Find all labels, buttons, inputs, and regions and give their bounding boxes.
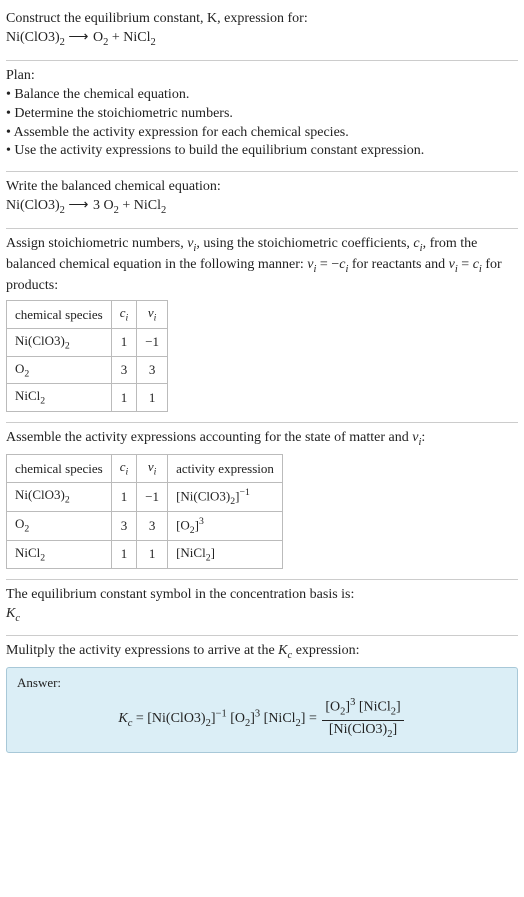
activity-table: chemical species ci νi activity expressi… (6, 454, 283, 569)
cell-activity: [O2]3 (168, 511, 283, 540)
cell-ci: 1 (111, 328, 137, 356)
cell-vi: 3 (137, 356, 168, 384)
table-header-row: chemical species ci νi (7, 301, 168, 329)
table-row: O2 3 3 (7, 356, 168, 384)
cell-species: NiCl2 (7, 384, 112, 412)
table-row: Ni(ClO3)2 1 −1 (7, 328, 168, 356)
table-row: NiCl2 1 1 (7, 384, 168, 412)
cell-vi: 1 (137, 384, 168, 412)
kc-expression: Kc = [Ni(ClO3)2]−1 [O2]3 [NiCl2] = [O2]3… (17, 696, 507, 742)
cell-ci: 3 (111, 356, 137, 384)
stoich-section: Assign stoichiometric numbers, νi, using… (6, 229, 518, 423)
fraction-numerator: [O2]3 [NiCl2] (322, 696, 403, 721)
col-ci: ci (111, 301, 137, 329)
cell-ci: 1 (111, 540, 137, 568)
fraction-denominator: [Ni(ClO3)2] (322, 721, 403, 742)
table-row: O2 3 3 [O2]3 (7, 511, 283, 540)
final-intro: Mulitply the activity expressions to arr… (6, 642, 518, 663)
cell-vi: −1 (137, 328, 168, 356)
stoich-intro: Assign stoichiometric numbers, νi, using… (6, 235, 518, 296)
table-header-row: chemical species ci νi activity expressi… (7, 454, 283, 482)
plan-item: • Assemble the activity expression for e… (6, 124, 518, 143)
cell-vi: 3 (137, 511, 168, 540)
balanced-section: Write the balanced chemical equation: Ni… (6, 172, 518, 229)
balanced-intro: Write the balanced chemical equation: (6, 178, 518, 197)
table-row: NiCl2 1 1 [NiCl2] (7, 540, 283, 568)
plan-item: • Determine the stoichiometric numbers. (6, 105, 518, 124)
unbalanced-equation: Ni(ClO3)2 ⟶ O2 + NiCl2 (6, 29, 518, 50)
col-vi: νi (137, 301, 168, 329)
problem-header: Construct the equilibrium constant, K, e… (6, 4, 518, 61)
kc-symbol-intro: The equilibrium constant symbol in the c… (6, 586, 518, 605)
kc-symbol: Kc (6, 605, 518, 626)
final-section: Mulitply the activity expressions to arr… (6, 636, 518, 762)
plan-item: • Balance the chemical equation. (6, 86, 518, 105)
plan-item: • Use the activity expressions to build … (6, 142, 518, 161)
answer-label: Answer: (17, 674, 507, 692)
cell-vi: 1 (137, 540, 168, 568)
cell-ci: 1 (111, 482, 137, 511)
col-vi: νi (137, 454, 168, 482)
stoich-table: chemical species ci νi Ni(ClO3)2 1 −1 O2… (6, 300, 168, 412)
cell-species: Ni(ClO3)2 (7, 328, 112, 356)
cell-species: NiCl2 (7, 540, 112, 568)
cell-species: O2 (7, 356, 112, 384)
cell-ci: 1 (111, 384, 137, 412)
cell-vi: −1 (137, 482, 168, 511)
cell-activity: [NiCl2] (168, 540, 283, 568)
activity-intro: Assemble the activity expressions accoun… (6, 429, 518, 450)
col-ci: ci (111, 454, 137, 482)
cell-species: Ni(ClO3)2 (7, 482, 112, 511)
plan-section: Plan: • Balance the chemical equation. •… (6, 61, 518, 172)
activity-section: Assemble the activity expressions accoun… (6, 423, 518, 580)
col-activity: activity expression (168, 454, 283, 482)
kc-fraction: [O2]3 [NiCl2][Ni(ClO3)2] (322, 696, 403, 742)
kc-left: Kc = [Ni(ClO3)2]−1 [O2]3 [NiCl2] = (118, 711, 320, 726)
balanced-equation: Ni(ClO3)2 ⟶ 3 O2 + NiCl2 (6, 197, 518, 218)
answer-box: Answer: Kc = [Ni(ClO3)2]−1 [O2]3 [NiCl2]… (6, 667, 518, 752)
prompt-line: Construct the equilibrium constant, K, e… (6, 10, 518, 29)
cell-species: O2 (7, 511, 112, 540)
cell-ci: 3 (111, 511, 137, 540)
kc-symbol-section: The equilibrium constant symbol in the c… (6, 580, 518, 637)
col-species: chemical species (7, 301, 112, 329)
col-species: chemical species (7, 454, 112, 482)
cell-activity: [Ni(ClO3)2]−1 (168, 482, 283, 511)
plan-title: Plan: (6, 67, 518, 86)
table-row: Ni(ClO3)2 1 −1 [Ni(ClO3)2]−1 (7, 482, 283, 511)
